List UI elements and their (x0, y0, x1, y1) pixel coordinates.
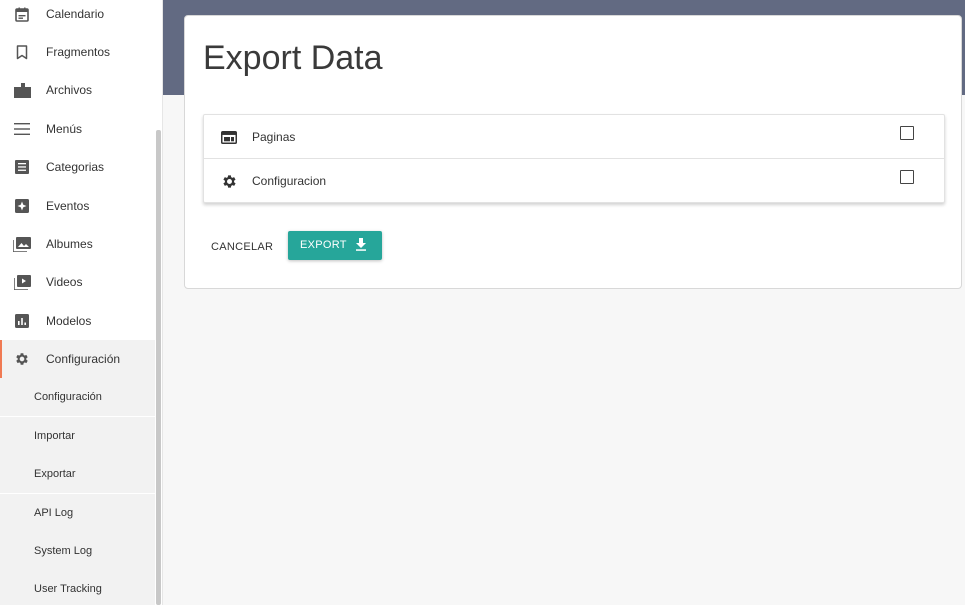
sidebar-item-configuracion[interactable]: Configuración (0, 340, 155, 378)
export-options-list: Paginas Configuracion (203, 114, 945, 203)
sidebar-item-label: Menús (46, 122, 83, 136)
calendar-icon (13, 5, 31, 23)
sidebar-item-modelos[interactable]: Modelos (0, 302, 155, 340)
sidebar-item-fragmentos[interactable]: Fragmentos (0, 33, 155, 71)
photo-album-icon (13, 235, 31, 253)
submenu-item-importar[interactable]: Importar (0, 417, 155, 455)
sidebar: Calendario Fragmentos Archivos Menús Cat… (0, 0, 163, 605)
web-page-icon (220, 128, 238, 146)
sidebar-item-archivos[interactable]: Archivos (0, 71, 155, 109)
gear-icon (220, 172, 238, 190)
export-option-label: Paginas (252, 130, 296, 144)
submenu-item-api-log[interactable]: API Log (0, 494, 155, 532)
menu-icon (13, 120, 31, 138)
sidebar-item-label: Calendario (46, 7, 105, 21)
sidebar-item-calendario[interactable]: Calendario (0, 0, 155, 33)
sidebar-scrollbar[interactable] (156, 130, 161, 605)
event-icon (13, 197, 31, 215)
export-button[interactable]: EXPORT (288, 231, 382, 260)
sidebar-item-eventos[interactable]: Eventos (0, 187, 155, 225)
export-option-label: Configuracion (252, 174, 327, 188)
sidebar-item-label: Configuración (46, 352, 121, 366)
page-title: Export Data (203, 39, 383, 77)
sidebar-item-label: Albumes (46, 237, 93, 251)
sidebar-item-label: Eventos (46, 199, 90, 213)
cancel-button[interactable]: CANCELAR (211, 233, 273, 261)
submenu-item-label: User Tracking (34, 583, 102, 595)
download-icon (355, 238, 367, 251)
submenu-item-label: System Log (34, 545, 93, 557)
sidebar-item-label: Categorias (46, 160, 105, 174)
paginas-checkbox[interactable] (900, 126, 914, 140)
submenu-item-configuracion[interactable]: Configuración (0, 378, 155, 416)
submenu-item-system-log[interactable]: System Log (0, 532, 155, 570)
export-option-paginas[interactable]: Paginas (204, 115, 944, 159)
sidebar-item-label: Videos (46, 275, 83, 289)
sidebar-item-label: Archivos (46, 83, 93, 97)
sidebar-item-albumes[interactable]: Albumes (0, 225, 155, 263)
export-option-configuracion[interactable]: Configuracion (204, 159, 944, 203)
submenu-item-label: Configuración (34, 391, 102, 403)
submenu-item-exportar[interactable]: Exportar (0, 455, 155, 493)
bookmark-icon (13, 43, 31, 61)
sidebar-item-menus[interactable]: Menús (0, 110, 155, 148)
video-icon (13, 273, 31, 291)
chart-icon (13, 312, 31, 330)
submenu-item-label: API Log (34, 507, 74, 519)
sidebar-item-label: Modelos (46, 314, 92, 328)
sidebar-item-categorias[interactable]: Categorias (0, 148, 155, 186)
configuracion-checkbox[interactable] (900, 170, 914, 184)
gear-icon (13, 350, 31, 368)
sidebar-item-label: Fragmentos (46, 45, 111, 59)
sidebar-item-videos[interactable]: Videos (0, 263, 155, 301)
list-icon (13, 158, 31, 176)
export-button-label: EXPORT (300, 239, 347, 251)
submenu-item-user-tracking[interactable]: User Tracking (0, 570, 155, 605)
submenu-item-label: Exportar (34, 468, 76, 480)
export-card: Export Data Paginas Configuracion CANCEL… (184, 15, 962, 289)
folder-icon (13, 81, 31, 99)
submenu-item-label: Importar (34, 430, 75, 442)
